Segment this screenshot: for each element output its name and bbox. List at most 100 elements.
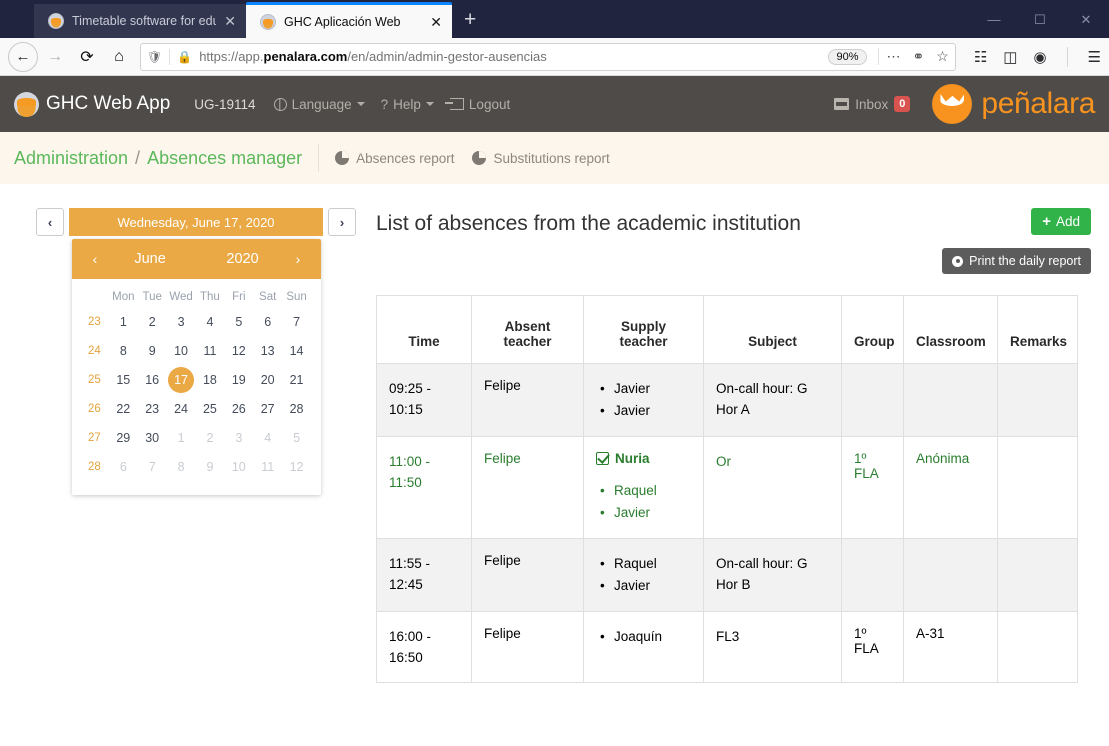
previous-day-button[interactable]: ‹ [36,208,64,236]
sidebar-icon[interactable]: ◫ [1003,48,1017,66]
close-window-button[interactable]: ✕ [1063,13,1109,26]
calendar-day[interactable]: 12 [224,336,253,365]
back-button[interactable]: ← [8,41,38,72]
language-menu[interactable]: Language [273,97,365,112]
calendar-day[interactable]: 11 [253,452,282,481]
breadcrumb-root[interactable]: Administration [14,148,128,169]
calendar-day[interactable]: 29 [109,423,138,452]
table-row[interactable]: 09:25 -10:15Felipe JavierJavier On-call ho… [376,363,1078,437]
calendar-day[interactable]: 20 [253,365,282,394]
calendar-day[interactable]: 10 [224,452,253,481]
substitutions-report-link[interactable]: Substitutions report [472,151,610,166]
calendar-day-selected[interactable]: 17 [167,365,196,394]
table-row[interactable]: 16:00 -16:50Felipe Joaquín FL31º FLAA-31 [376,611,1078,683]
calendar-day[interactable]: 11 [196,336,225,365]
calendar-day[interactable]: 15 [109,365,138,394]
library-icon[interactable]: ☷ [974,48,987,66]
calendar-day[interactable]: 23 [138,394,167,423]
calendar-day[interactable]: 10 [167,336,196,365]
calendar-day[interactable]: 14 [282,336,311,365]
calendar-day[interactable]: 2 [196,423,225,452]
account-icon[interactable]: ◉ [1033,48,1046,66]
breadcrumb-current[interactable]: Absences manager [147,148,302,169]
calendar-day[interactable]: 3 [167,307,196,336]
calendar-day[interactable]: 1 [109,307,138,336]
browser-tab-2[interactable]: GHC Aplicación Web ✕ [246,2,452,38]
question-icon: ? [380,96,389,112]
next-day-button[interactable]: › [328,208,356,236]
print-daily-report-button[interactable]: Print the daily report [942,248,1091,274]
calendar-month-label[interactable]: June [104,251,196,267]
calendar-day[interactable]: 18 [196,365,225,394]
maximize-button[interactable]: ☐ [1017,13,1063,26]
calendar-next-month-button[interactable]: › [289,251,307,267]
pocket-icon[interactable]: ⚭ [913,48,925,65]
table-row[interactable]: 11:55 -12:45Felipe RaquelJavier On-call ho… [376,538,1078,612]
calendar-prev-month-button[interactable]: ‹ [86,251,104,267]
calendar-day[interactable]: 3 [224,423,253,452]
calendar-day[interactable]: 5 [224,307,253,336]
close-icon[interactable]: ✕ [430,15,442,29]
browser-tool-icons: ☷ ◫ ◉ ☰ [964,46,1101,67]
add-button-label: Add [1055,214,1080,229]
calendar-day[interactable]: 5 [282,423,311,452]
calendar-day[interactable]: 27 [253,394,282,423]
calendar-day[interactable]: 13 [253,336,282,365]
minimize-button[interactable]: — [971,13,1017,26]
calendar-day[interactable]: 21 [282,365,311,394]
absences-report-link[interactable]: Absences report [335,151,454,166]
gear-icon [952,255,964,267]
reload-button[interactable]: ⟳ [72,42,102,72]
add-button[interactable]: + Add [1031,208,1091,235]
calendar-day[interactable]: 6 [109,452,138,481]
calendar-day-label: 3 [235,430,243,445]
calendar-day[interactable]: 7 [138,452,167,481]
shield-icon[interactable]: 🛡 [147,50,162,64]
url-bar[interactable]: 🛡 🔒 https://app.penalara.com/en/admin/ad… [140,42,956,71]
calendar-day[interactable]: 8 [109,336,138,365]
calendar-day[interactable]: 4 [196,307,225,336]
calendar-day[interactable]: 24 [167,394,196,423]
selected-date-label[interactable]: Wednesday, June 17, 2020 [69,208,323,236]
calendar-day-label: 20 [260,372,275,387]
calendar-day[interactable]: 30 [138,423,167,452]
zoom-level-badge[interactable]: 90% [828,48,867,65]
forward-button[interactable]: → [40,42,70,72]
calendar-day[interactable]: 26 [224,394,253,423]
calendar-day[interactable]: 25 [196,394,225,423]
calendar-day[interactable]: 7 [282,307,311,336]
calendar-day[interactable]: 4 [253,423,282,452]
hamburger-menu-icon[interactable]: ☰ [1088,48,1101,66]
calendar-week-number: 26 [88,402,101,415]
calendar-day[interactable]: 6 [253,307,282,336]
logout-button[interactable]: Logout [444,97,510,112]
calendar-day[interactable]: 9 [196,452,225,481]
lock-icon[interactable]: 🔒 [177,50,192,64]
date-navigation: ‹ Wednesday, June 17, 2020 › [36,208,356,236]
list-header: List of absences from the academic insti… [376,208,1091,236]
calendar-day[interactable]: 9 [138,336,167,365]
inbox-icon [834,98,850,110]
new-tab-button[interactable]: + [452,9,488,38]
calendar-day[interactable]: 22 [109,394,138,423]
calendar-day[interactable]: 2 [138,307,167,336]
calendar-day[interactable]: 1 [167,423,196,452]
page-actions-icon[interactable]: ⋯ [887,48,901,65]
bookmark-star-icon[interactable]: ☆ [936,48,949,65]
calendar-day[interactable]: 16 [138,365,167,394]
table-row[interactable]: 11:00 -11:50Felipe Nuria RaquelJavier Or1º … [376,436,1078,539]
calendar-day[interactable]: 8 [167,452,196,481]
calendar-day-label: 17 [168,366,195,393]
inbox-button[interactable]: Inbox 0 [834,95,911,113]
help-menu[interactable]: ? Help [381,97,434,112]
home-button[interactable]: ⌂ [104,42,134,72]
calendar-day[interactable]: 28 [282,394,311,423]
calendar-day[interactable]: 12 [282,452,311,481]
close-icon[interactable]: ✕ [224,14,236,28]
browser-tab-1[interactable]: Timetable software for educatio ✕ [34,4,246,38]
calendar-year-label[interactable]: 2020 [196,251,289,267]
app-brand[interactable]: GHC Web App [14,91,170,117]
calendar-day[interactable]: 19 [224,365,253,394]
cell-classroom [903,363,998,437]
